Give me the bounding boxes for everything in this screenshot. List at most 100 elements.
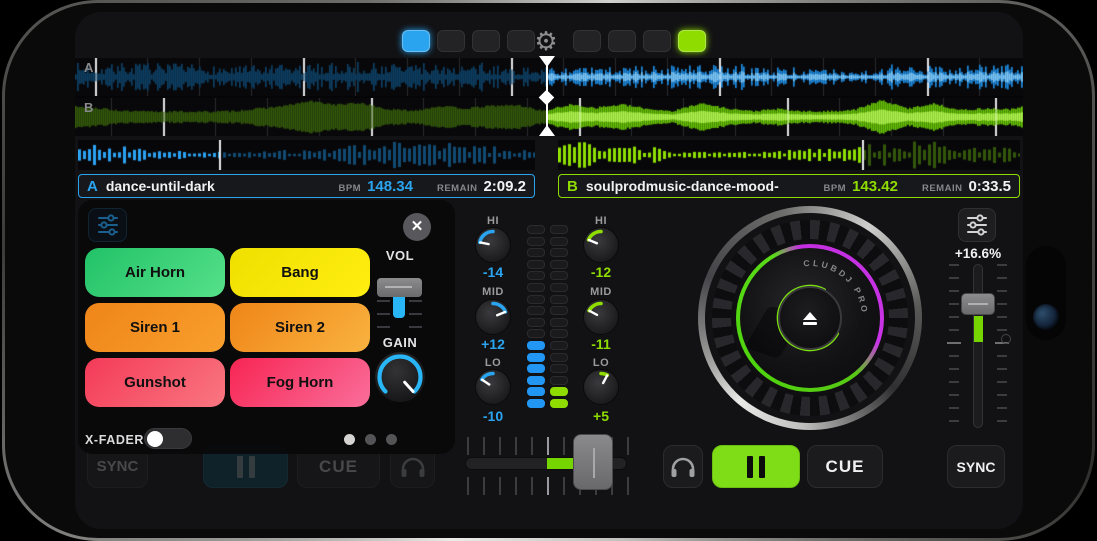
channel-b-lo-label: LO — [592, 357, 610, 369]
channel-a-mid-label: MID — [482, 286, 504, 298]
page-dot — [386, 434, 397, 445]
sliders-icon — [967, 214, 987, 236]
sample-pad-label: Air Horn — [125, 264, 185, 281]
sample-pad-label: Siren 2 — [274, 319, 326, 336]
crossfader[interactable] — [465, 432, 630, 495]
pitch-ticks-left — [947, 264, 961, 432]
deck-b-remain-value: 0:33.5 — [968, 177, 1011, 195]
xfader-toggle-knob — [147, 430, 163, 447]
crossfader-handle[interactable] — [573, 434, 613, 490]
pitch-handle[interactable] — [961, 293, 995, 315]
sample-pad-label: Bang — [281, 264, 319, 281]
sample-pad-bang[interactable]: Bang — [230, 248, 370, 297]
channel-b-hi-value: -12 — [590, 264, 612, 280]
channel-a-hi-knob[interactable] — [476, 228, 510, 262]
pitch-fill — [973, 316, 983, 342]
channel-b-lo-knob[interactable] — [584, 370, 618, 404]
deck-b-cue-button[interactable]: CUE — [807, 445, 883, 488]
vol-fader-stem — [393, 296, 405, 318]
deck-b-jog-wheel[interactable]: CLUBDJ PRO — [698, 206, 922, 430]
deck-b-pitch-value: +16.6% — [954, 246, 1002, 261]
gain-knob[interactable] — [375, 352, 425, 402]
vol-label: VOL — [385, 248, 415, 263]
channel-a-hi-label: HI — [487, 215, 499, 227]
deck-b-track-bar: B soulprodmusic-dance-mood- BPM 143.42 R… — [558, 174, 1020, 198]
sample-pad-label: Gunshot — [124, 374, 186, 391]
channel-b-hi-knob[interactable] — [584, 228, 618, 262]
deck-a-letter: A — [87, 177, 98, 195]
deck-a-bpm-label: BPM — [338, 182, 362, 194]
deck-b-pitch-fader[interactable] — [947, 262, 1011, 434]
deck-a-bpm-value: 148.34 — [367, 177, 413, 195]
channel-a-mid-knob[interactable] — [476, 300, 510, 334]
indicator-slot[interactable] — [573, 30, 601, 52]
eject-button[interactable] — [778, 286, 842, 350]
deck-b-letter: B — [567, 177, 578, 195]
deck-b-track-title: soulprodmusic-dance-mood- — [585, 178, 779, 194]
xfader-toggle[interactable] — [144, 428, 192, 449]
indicator-slot[interactable] — [608, 30, 636, 52]
deck-b-remain-label: REMAIN — [921, 182, 963, 194]
channel-a-lo-label: LO — [484, 357, 502, 369]
sample-pad-gunshot[interactable]: Gunshot — [85, 358, 225, 407]
playhead-triangle-bottom-icon — [539, 125, 555, 136]
deck-a-remain-label: REMAIN — [436, 182, 478, 194]
gain-label: GAIN — [382, 335, 418, 350]
sample-pad-air-horn[interactable]: Air Horn — [85, 248, 225, 297]
deck-a-indicator-group — [402, 30, 535, 52]
vu-meter-b — [550, 225, 568, 408]
page-dots — [344, 434, 397, 445]
eject-icon — [803, 311, 817, 320]
vu-meter-a — [527, 225, 545, 408]
pitch-ticks-right — [995, 264, 1009, 432]
sample-pads-panel: ✕ Air Horn Bang Siren 1 Siren 2 Gunshot Fog H… — [78, 200, 455, 454]
deck-b-pause-button[interactable] — [712, 445, 800, 488]
headphones-icon — [401, 457, 424, 477]
xfader-label: X-FADER — [85, 433, 145, 447]
sample-pads-grid: Air Horn Bang Siren 1 Siren 2 Gunshot Fog Hor… — [78, 200, 455, 454]
headphones-icon — [671, 457, 695, 477]
indicator-slot[interactable] — [643, 30, 671, 52]
sample-pad-label: Fog Horn — [266, 374, 334, 391]
pitch-reset-dot[interactable] — [1001, 334, 1011, 344]
channel-a-hi-value: -14 — [482, 264, 504, 280]
channel-a-mid-value: +12 — [481, 336, 505, 352]
indicator-slot[interactable] — [472, 30, 500, 52]
lane-a-label: A — [84, 60, 94, 75]
pause-icon — [236, 455, 255, 478]
pitch-track[interactable] — [973, 264, 983, 428]
deck-b-headphone-button[interactable] — [663, 445, 703, 488]
camera-pill — [1026, 246, 1066, 340]
deck-b-overview-waveform[interactable] — [558, 140, 1020, 170]
eject-icon-bar — [803, 322, 817, 325]
channel-b-mid-value: -11 — [591, 336, 611, 352]
deck-b-bpm-label: BPM — [823, 182, 847, 194]
playhead-triangle-top-icon — [539, 56, 555, 67]
playhead-diamond-icon — [538, 89, 555, 106]
channel-a-lo-knob[interactable] — [476, 370, 510, 404]
indicator-slot-active[interactable] — [402, 30, 430, 52]
vol-fader-handle[interactable] — [377, 278, 422, 297]
dj-app-screenshot: ⚙ A B A dance-until-dark BPM 148.34 REMA… — [0, 0, 1097, 541]
channel-b-mid-knob[interactable] — [584, 300, 618, 334]
sample-pad-fog-horn[interactable]: Fog Horn — [230, 358, 370, 407]
indicator-slot-active[interactable] — [678, 30, 706, 52]
channel-b-hi-label: HI — [595, 215, 607, 227]
deck-b-sync-button[interactable]: SYNC — [947, 445, 1005, 488]
channel-b-mid-label: MID — [590, 286, 612, 298]
deck-a-track-bar: A dance-until-dark BPM 148.34 REMAIN 2:0… — [78, 174, 535, 198]
deck-b-fx-button[interactable] — [958, 208, 996, 242]
app-screen: ⚙ A B A dance-until-dark BPM 148.34 REMA… — [75, 12, 1023, 529]
deck-a-track-title: dance-until-dark — [105, 178, 215, 194]
page-dot — [365, 434, 376, 445]
lane-b-label: B — [84, 100, 94, 115]
sample-pad-siren-2[interactable]: Siren 2 — [230, 303, 370, 352]
page-dot — [344, 434, 355, 445]
crossfader-fill — [547, 458, 575, 469]
sample-pad-siren-1[interactable]: Siren 1 — [85, 303, 225, 352]
indicator-slot[interactable] — [437, 30, 465, 52]
deck-a-overview-waveform[interactable] — [78, 140, 535, 170]
channel-a-lo-value: -10 — [482, 408, 504, 424]
deck-b-indicator-group — [573, 30, 706, 52]
playhead-marker — [535, 52, 559, 140]
